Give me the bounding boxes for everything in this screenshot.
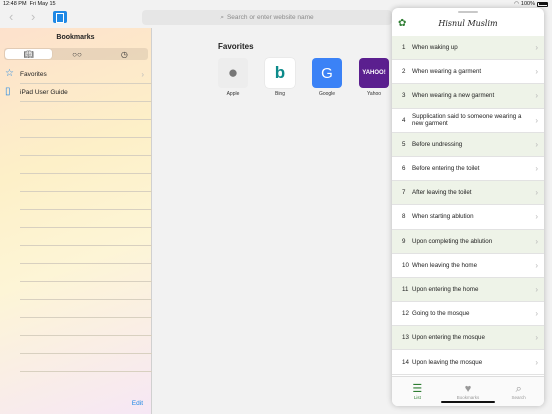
tab-search[interactable]: ⌕ Search xyxy=(493,377,544,406)
battery-percent: 100% xyxy=(520,1,535,7)
empty-row xyxy=(20,300,152,318)
empty-row xyxy=(20,228,152,246)
chevron-right-icon: › xyxy=(535,260,538,270)
chevron-right-icon: › xyxy=(535,91,538,101)
chevron-right-icon: › xyxy=(535,164,538,174)
yahoo-logo-icon: YAHOO! xyxy=(359,58,389,88)
reading-list-icon: ○○ xyxy=(72,49,82,59)
sidebar-title: Bookmarks xyxy=(56,34,95,41)
battery-icon xyxy=(537,1,548,7)
sidebar-toggle-button[interactable] xyxy=(53,11,67,23)
empty-row xyxy=(20,102,152,120)
chevron-right-icon: › xyxy=(535,67,538,77)
list-item[interactable]: 7 After leaving the toilet › xyxy=(392,181,544,206)
url-bar[interactable]: ⌕ Search or enter website name xyxy=(142,10,392,25)
wifi-icon: ◠ xyxy=(514,1,519,7)
panel-grabber[interactable] xyxy=(458,11,478,13)
history-icon: ◷ xyxy=(120,49,128,59)
empty-row xyxy=(20,210,152,228)
tab-bookmarks[interactable]: 📖︎ xyxy=(5,49,53,59)
chevron-right-icon: › xyxy=(535,236,538,246)
sidebar-segmented-control: 📖︎ ○○ ◷ xyxy=(4,48,148,60)
bookmark-item-ipad-guide[interactable]: ▯ iPad User Guide xyxy=(5,84,152,102)
apple-logo-icon: ● xyxy=(218,58,248,88)
empty-row xyxy=(20,156,152,174)
book-icon: 📖︎ xyxy=(23,49,34,59)
google-logo-icon: G xyxy=(312,58,342,88)
star-icon: ☆ xyxy=(5,68,14,79)
chevron-right-icon: › xyxy=(535,188,538,198)
bookmarks-sidebar: Bookmarks 📖︎ ○○ ◷ ☆ Favorites › ▯ iPad U… xyxy=(0,28,152,414)
bing-logo-icon: b xyxy=(265,58,295,88)
forward-button[interactable]: › xyxy=(31,10,35,24)
chevron-right-icon: › xyxy=(535,212,538,222)
url-placeholder: Search or enter website name xyxy=(226,14,314,21)
empty-row xyxy=(20,354,152,372)
chevron-right-icon: › xyxy=(535,43,538,53)
list-item[interactable]: 14 Upon leaving the mosque › xyxy=(392,350,544,375)
list-item[interactable]: 6 Before entering the toilet › xyxy=(392,157,544,182)
list-icon: ☰ xyxy=(412,383,423,395)
book-icon: ▯ xyxy=(5,86,11,97)
status-time: 12:48 PM Fri May 15 xyxy=(3,1,56,7)
favorite-bing[interactable]: b Bing xyxy=(265,58,295,97)
home-indicator xyxy=(441,401,495,403)
panel-header: ✿ Hisnul Muslim xyxy=(392,15,544,35)
hisnul-muslim-panel: ✿ Hisnul Muslim 1 When waking up › 2 When w… xyxy=(392,8,544,406)
list-item[interactable]: 10 When leaving the home › xyxy=(392,254,544,278)
chevron-right-icon: › xyxy=(535,139,538,149)
list-item[interactable]: 4 Supplication said to someone wearing a … xyxy=(392,109,544,133)
list-item[interactable]: 11 Upon entering the home › xyxy=(392,277,544,303)
tab-list[interactable]: ☰ List xyxy=(392,377,443,406)
back-button[interactable]: ‹ xyxy=(9,10,13,24)
favorite-google[interactable]: G Google xyxy=(312,58,342,97)
chevron-right-icon: › xyxy=(535,357,538,367)
chevron-right-icon: › xyxy=(535,115,538,125)
bookmark-item-favorites[interactable]: ☆ Favorites › xyxy=(5,66,152,84)
tab-reading-list[interactable]: ○○ xyxy=(53,48,100,60)
dua-list: 1 When waking up › 2 When wearing a garment… xyxy=(392,36,544,375)
empty-row xyxy=(20,282,152,300)
favorite-label: Yahoo xyxy=(366,91,382,97)
bookmark-label: Favorites xyxy=(20,71,47,78)
list-item[interactable]: 3 When wearing a new garment › xyxy=(392,84,544,109)
favorite-yahoo[interactable]: YAHOO! Yahoo xyxy=(359,58,389,97)
edit-button[interactable]: Edit xyxy=(132,400,143,407)
list-item[interactable]: 2 When wearing a garment › xyxy=(392,60,544,85)
chevron-right-icon: › xyxy=(535,333,538,343)
panel-title: Hisnul Muslim xyxy=(438,19,498,28)
favorite-label: Bing xyxy=(274,91,285,97)
search-icon: ⌕ xyxy=(515,383,522,395)
list-item[interactable]: 12 Going to the mosque › xyxy=(392,302,544,327)
list-item[interactable]: 5 Before undressing › xyxy=(392,132,544,157)
list-item[interactable]: 8 When starting ablution › xyxy=(392,205,544,230)
heart-icon: ♥ xyxy=(464,383,472,395)
favorite-apple[interactable]: ● Apple xyxy=(218,58,248,97)
favorites-title: Favorites xyxy=(218,42,254,51)
favorite-label: Google xyxy=(318,91,336,97)
empty-row xyxy=(20,120,152,138)
empty-row xyxy=(20,246,152,264)
empty-row xyxy=(20,318,152,336)
chevron-right-icon: › xyxy=(141,70,144,79)
list-item[interactable]: 1 When waking up › xyxy=(392,36,544,61)
search-icon: ⌕ xyxy=(220,13,224,21)
empty-row xyxy=(20,138,152,156)
bookmark-label: iPad User Guide xyxy=(20,89,68,96)
empty-row xyxy=(20,264,152,282)
status-right: ◠ 100% xyxy=(514,1,548,7)
chevron-right-icon: › xyxy=(535,284,538,294)
favorite-label: Apple xyxy=(226,91,240,97)
list-item[interactable]: 13 Upon entering the mosque › xyxy=(392,326,544,351)
chevron-right-icon: › xyxy=(535,309,538,319)
bookmark-list: ☆ Favorites › ▯ iPad User Guide xyxy=(0,66,152,372)
empty-row xyxy=(20,192,152,210)
empty-row xyxy=(20,336,152,354)
empty-row xyxy=(20,174,152,192)
tab-history[interactable]: ◷ xyxy=(101,48,148,60)
list-item[interactable]: 9 Upon completing the ablution › xyxy=(392,229,544,254)
